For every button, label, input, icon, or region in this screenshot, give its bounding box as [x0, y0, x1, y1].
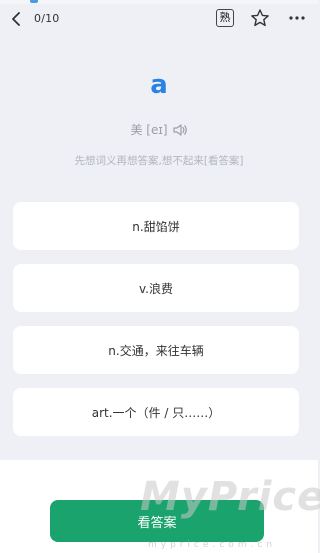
progress-counter: 0/10	[34, 12, 60, 25]
more-button[interactable]	[287, 8, 307, 28]
word-headword: a	[150, 70, 168, 100]
phonetic-text: 美 [eɪ]	[130, 123, 168, 137]
top-bar: 0/10 熟	[0, 4, 318, 34]
back-button[interactable]	[8, 10, 26, 28]
more-horizontal-icon	[289, 16, 305, 20]
show-answer-button[interactable]: 看答案	[50, 500, 264, 542]
star-icon	[251, 9, 269, 27]
speaker-icon[interactable]	[172, 122, 188, 138]
answer-option[interactable]: n.甜馅饼	[13, 202, 299, 250]
chevron-left-icon	[12, 12, 20, 26]
familiar-button[interactable]: 熟	[216, 9, 234, 27]
answer-option[interactable]: art.一个（件 / 只……）	[13, 388, 299, 436]
answer-option[interactable]: n.交通，来往车辆	[13, 326, 299, 374]
hint-text: 先想词义再想答案,想不起来[看答案]	[74, 155, 244, 167]
favorite-button[interactable]	[250, 8, 270, 28]
status-indicator	[30, 0, 38, 3]
phonetic-row: 美 [eɪ]	[0, 121, 318, 138]
answer-option[interactable]: v.浪费	[13, 264, 299, 312]
